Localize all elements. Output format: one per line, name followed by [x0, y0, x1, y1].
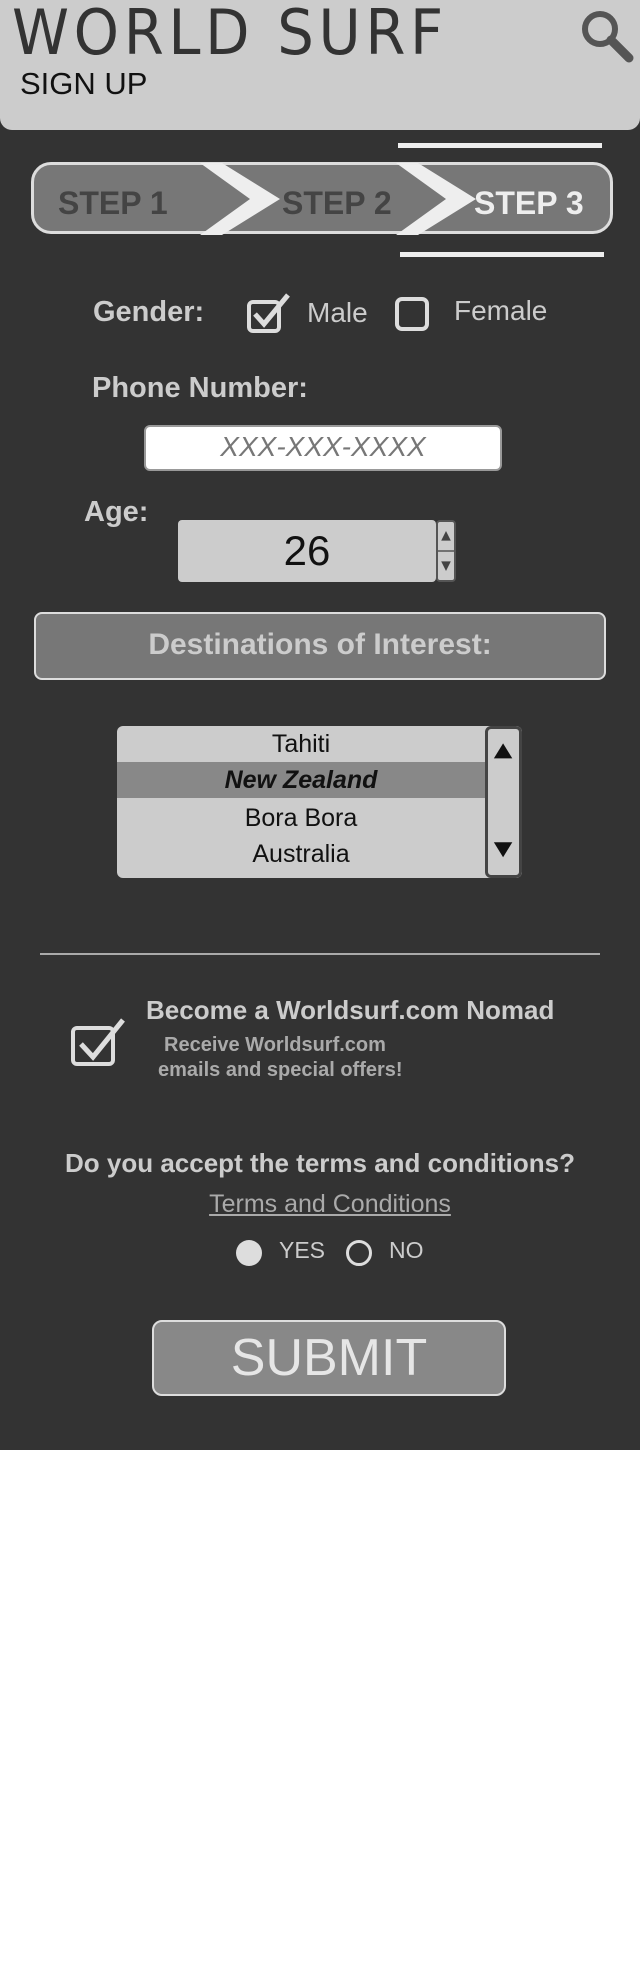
- signup-screen: WORLD SURF SIGN UP STEP 1 STEP 2 STEP 3 …: [0, 0, 640, 1450]
- step3-top-line: [398, 143, 602, 148]
- male-checkbox[interactable]: [246, 292, 292, 334]
- stepper-up-icon[interactable]: [441, 531, 451, 541]
- submit-button[interactable]: SUBMIT: [152, 1320, 506, 1396]
- male-label: Male: [307, 297, 368, 328]
- nomad-subtitle-line: Receive Worldsurf.com: [164, 1034, 386, 1056]
- scroll-down-icon[interactable]: [493, 842, 513, 858]
- brand-logo: WORLD SURF: [12, 0, 448, 69]
- divider: [40, 953, 600, 955]
- step-2[interactable]: STEP 2: [282, 185, 392, 222]
- chevron-right-icon: [200, 163, 280, 235]
- age-label: Age:: [84, 496, 149, 528]
- list-item-selected[interactable]: New Zealand: [117, 762, 485, 798]
- list-item[interactable]: Australia: [117, 836, 485, 872]
- terms-link[interactable]: Terms and Conditions: [0, 1190, 640, 1219]
- destinations-list[interactable]: Tahiti New Zealand Bora Bora Australia: [117, 726, 522, 878]
- scroll-up-icon[interactable]: [493, 743, 513, 759]
- destinations-header[interactable]: Destinations of Interest:: [34, 612, 606, 680]
- step3-bottom-line: [400, 252, 604, 257]
- step-3[interactable]: STEP 3: [474, 185, 584, 222]
- step-indicator: STEP 1 STEP 2 STEP 3: [31, 162, 613, 235]
- chevron-right-icon: [396, 163, 476, 235]
- nomad-checkbox[interactable]: [70, 1016, 128, 1068]
- phone-input[interactable]: XXX-XXX-XXXX: [144, 425, 502, 471]
- gender-label: Gender:: [93, 296, 205, 328]
- list-item[interactable]: Bora Bora: [117, 800, 485, 836]
- search-icon[interactable]: [578, 7, 634, 63]
- female-label: Female: [454, 295, 548, 326]
- yes-label: YES: [279, 1237, 326, 1263]
- nomad-subtitle-line: emails and special offers!: [158, 1059, 403, 1081]
- page-title: SIGN UP: [20, 66, 148, 101]
- list-item[interactable]: Tahiti: [117, 726, 485, 762]
- phone-label: Phone Number:: [92, 372, 308, 404]
- step-1[interactable]: STEP 1: [58, 185, 168, 222]
- no-label: NO: [389, 1237, 424, 1263]
- nomad-subtitle: Receive Worldsurf.com emails and special…: [158, 1033, 403, 1083]
- list-scrollbar[interactable]: [485, 726, 522, 878]
- yes-radio[interactable]: [236, 1240, 262, 1266]
- no-radio[interactable]: [346, 1240, 372, 1266]
- age-stepper[interactable]: [436, 520, 456, 582]
- stepper-down-icon[interactable]: [441, 561, 451, 571]
- header: WORLD SURF SIGN UP: [0, 0, 640, 130]
- female-checkbox[interactable]: [395, 297, 429, 331]
- terms-question: Do you accept the terms and conditions?: [65, 1148, 575, 1178]
- age-input[interactable]: 26: [178, 520, 436, 582]
- nomad-title: Become a Worldsurf.com Nomad: [146, 995, 555, 1025]
